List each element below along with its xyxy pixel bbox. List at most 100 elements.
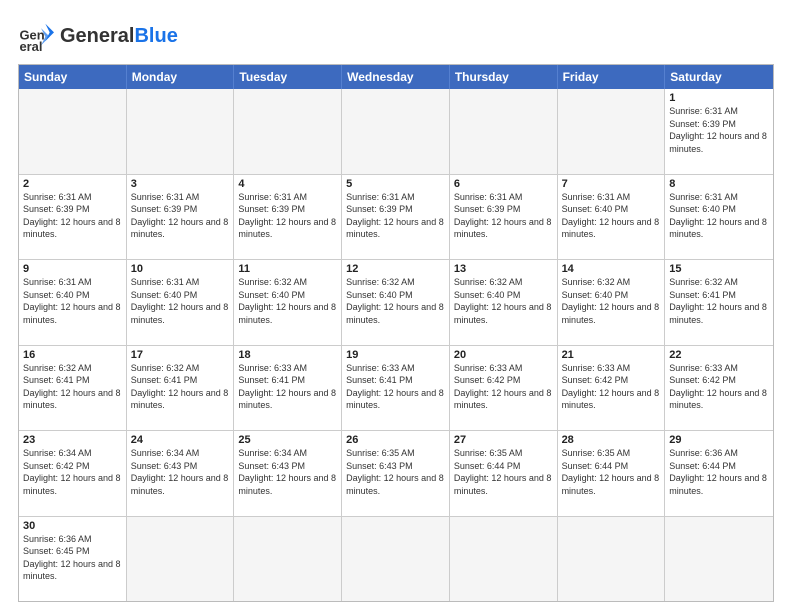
header-cell-wednesday: Wednesday xyxy=(342,65,450,89)
header-cell-saturday: Saturday xyxy=(665,65,773,89)
calendar-cell-3: 3Sunrise: 6:31 AMSunset: 6:39 PMDaylight… xyxy=(127,175,235,260)
calendar-cell-empty-0-0 xyxy=(19,89,127,174)
calendar-row-3: 16Sunrise: 6:32 AMSunset: 6:41 PMDayligh… xyxy=(19,345,773,431)
calendar-row-1: 2Sunrise: 6:31 AMSunset: 6:39 PMDaylight… xyxy=(19,174,773,260)
sun-info: Sunrise: 6:31 AMSunset: 6:40 PMDaylight:… xyxy=(562,191,661,241)
calendar-cell-18: 18Sunrise: 6:33 AMSunset: 6:41 PMDayligh… xyxy=(234,346,342,431)
calendar-row-2: 9Sunrise: 6:31 AMSunset: 6:40 PMDaylight… xyxy=(19,259,773,345)
day-number: 20 xyxy=(454,349,553,361)
sun-info: Sunrise: 6:31 AMSunset: 6:40 PMDaylight:… xyxy=(131,276,230,326)
day-number: 29 xyxy=(669,434,769,446)
sun-info: Sunrise: 6:35 AMSunset: 6:44 PMDaylight:… xyxy=(454,447,553,497)
header-cell-sunday: Sunday xyxy=(19,65,127,89)
sun-info: Sunrise: 6:33 AMSunset: 6:41 PMDaylight:… xyxy=(238,362,337,412)
day-number: 30 xyxy=(23,520,122,532)
calendar-cell-empty-5-1 xyxy=(127,517,235,602)
calendar-cell-empty-5-4 xyxy=(450,517,558,602)
sun-info: Sunrise: 6:33 AMSunset: 6:42 PMDaylight:… xyxy=(562,362,661,412)
sun-info: Sunrise: 6:32 AMSunset: 6:40 PMDaylight:… xyxy=(562,276,661,326)
day-number: 14 xyxy=(562,263,661,275)
sun-info: Sunrise: 6:33 AMSunset: 6:42 PMDaylight:… xyxy=(669,362,769,412)
day-number: 1 xyxy=(669,92,769,104)
day-number: 18 xyxy=(238,349,337,361)
sun-info: Sunrise: 6:32 AMSunset: 6:40 PMDaylight:… xyxy=(238,276,337,326)
day-number: 15 xyxy=(669,263,769,275)
calendar-row-0: 1Sunrise: 6:31 AMSunset: 6:39 PMDaylight… xyxy=(19,89,773,174)
logo-blue: Blue xyxy=(134,25,177,47)
day-number: 8 xyxy=(669,178,769,190)
sun-info: Sunrise: 6:35 AMSunset: 6:43 PMDaylight:… xyxy=(346,447,445,497)
calendar: SundayMondayTuesdayWednesdayThursdayFrid… xyxy=(18,64,774,602)
calendar-body: 1Sunrise: 6:31 AMSunset: 6:39 PMDaylight… xyxy=(19,89,773,601)
calendar-cell-1: 1Sunrise: 6:31 AMSunset: 6:39 PMDaylight… xyxy=(665,89,773,174)
calendar-cell-15: 15Sunrise: 6:32 AMSunset: 6:41 PMDayligh… xyxy=(665,260,773,345)
calendar-cell-empty-5-5 xyxy=(558,517,666,602)
header-cell-friday: Friday xyxy=(558,65,666,89)
sun-info: Sunrise: 6:34 AMSunset: 6:42 PMDaylight:… xyxy=(23,447,122,497)
day-number: 13 xyxy=(454,263,553,275)
logo-icon: Gen eral xyxy=(18,18,54,54)
sun-info: Sunrise: 6:32 AMSunset: 6:40 PMDaylight:… xyxy=(346,276,445,326)
calendar-cell-empty-0-1 xyxy=(127,89,235,174)
logo-general: General xyxy=(60,25,134,47)
day-number: 4 xyxy=(238,178,337,190)
sun-info: Sunrise: 6:31 AMSunset: 6:39 PMDaylight:… xyxy=(669,105,769,155)
day-number: 19 xyxy=(346,349,445,361)
sun-info: Sunrise: 6:32 AMSunset: 6:41 PMDaylight:… xyxy=(23,362,122,412)
day-number: 16 xyxy=(23,349,122,361)
calendar-cell-22: 22Sunrise: 6:33 AMSunset: 6:42 PMDayligh… xyxy=(665,346,773,431)
calendar-cell-23: 23Sunrise: 6:34 AMSunset: 6:42 PMDayligh… xyxy=(19,431,127,516)
calendar-cell-16: 16Sunrise: 6:32 AMSunset: 6:41 PMDayligh… xyxy=(19,346,127,431)
sun-info: Sunrise: 6:31 AMSunset: 6:40 PMDaylight:… xyxy=(669,191,769,241)
day-number: 10 xyxy=(131,263,230,275)
sun-info: Sunrise: 6:31 AMSunset: 6:40 PMDaylight:… xyxy=(23,276,122,326)
day-number: 17 xyxy=(131,349,230,361)
calendar-cell-13: 13Sunrise: 6:32 AMSunset: 6:40 PMDayligh… xyxy=(450,260,558,345)
calendar-cell-empty-0-4 xyxy=(450,89,558,174)
calendar-cell-14: 14Sunrise: 6:32 AMSunset: 6:40 PMDayligh… xyxy=(558,260,666,345)
calendar-cell-empty-5-6 xyxy=(665,517,773,602)
day-number: 3 xyxy=(131,178,230,190)
calendar-cell-21: 21Sunrise: 6:33 AMSunset: 6:42 PMDayligh… xyxy=(558,346,666,431)
day-number: 7 xyxy=(562,178,661,190)
calendar-cell-5: 5Sunrise: 6:31 AMSunset: 6:39 PMDaylight… xyxy=(342,175,450,260)
day-number: 25 xyxy=(238,434,337,446)
page-header: Gen eral GeneralBlue xyxy=(18,18,774,54)
calendar-cell-10: 10Sunrise: 6:31 AMSunset: 6:40 PMDayligh… xyxy=(127,260,235,345)
calendar-header-row: SundayMondayTuesdayWednesdayThursdayFrid… xyxy=(19,65,773,89)
calendar-cell-empty-5-2 xyxy=(234,517,342,602)
calendar-cell-7: 7Sunrise: 6:31 AMSunset: 6:40 PMDaylight… xyxy=(558,175,666,260)
day-number: 28 xyxy=(562,434,661,446)
day-number: 27 xyxy=(454,434,553,446)
day-number: 12 xyxy=(346,263,445,275)
calendar-cell-empty-0-2 xyxy=(234,89,342,174)
header-cell-monday: Monday xyxy=(127,65,235,89)
day-number: 23 xyxy=(23,434,122,446)
sun-info: Sunrise: 6:31 AMSunset: 6:39 PMDaylight:… xyxy=(346,191,445,241)
header-cell-thursday: Thursday xyxy=(450,65,558,89)
day-number: 9 xyxy=(23,263,122,275)
calendar-cell-empty-0-3 xyxy=(342,89,450,174)
calendar-cell-28: 28Sunrise: 6:35 AMSunset: 6:44 PMDayligh… xyxy=(558,431,666,516)
calendar-cell-8: 8Sunrise: 6:31 AMSunset: 6:40 PMDaylight… xyxy=(665,175,773,260)
calendar-cell-11: 11Sunrise: 6:32 AMSunset: 6:40 PMDayligh… xyxy=(234,260,342,345)
day-number: 24 xyxy=(131,434,230,446)
calendar-cell-25: 25Sunrise: 6:34 AMSunset: 6:43 PMDayligh… xyxy=(234,431,342,516)
calendar-cell-4: 4Sunrise: 6:31 AMSunset: 6:39 PMDaylight… xyxy=(234,175,342,260)
sun-info: Sunrise: 6:31 AMSunset: 6:39 PMDaylight:… xyxy=(238,191,337,241)
sun-info: Sunrise: 6:34 AMSunset: 6:43 PMDaylight:… xyxy=(238,447,337,497)
calendar-cell-empty-0-5 xyxy=(558,89,666,174)
svg-text:eral: eral xyxy=(19,39,42,54)
header-cell-tuesday: Tuesday xyxy=(234,65,342,89)
day-number: 11 xyxy=(238,263,337,275)
calendar-cell-9: 9Sunrise: 6:31 AMSunset: 6:40 PMDaylight… xyxy=(19,260,127,345)
sun-info: Sunrise: 6:35 AMSunset: 6:44 PMDaylight:… xyxy=(562,447,661,497)
sun-info: Sunrise: 6:33 AMSunset: 6:41 PMDaylight:… xyxy=(346,362,445,412)
day-number: 26 xyxy=(346,434,445,446)
calendar-cell-6: 6Sunrise: 6:31 AMSunset: 6:39 PMDaylight… xyxy=(450,175,558,260)
calendar-cell-26: 26Sunrise: 6:35 AMSunset: 6:43 PMDayligh… xyxy=(342,431,450,516)
calendar-cell-12: 12Sunrise: 6:32 AMSunset: 6:40 PMDayligh… xyxy=(342,260,450,345)
calendar-row-4: 23Sunrise: 6:34 AMSunset: 6:42 PMDayligh… xyxy=(19,430,773,516)
calendar-cell-30: 30Sunrise: 6:36 AMSunset: 6:45 PMDayligh… xyxy=(19,517,127,602)
sun-info: Sunrise: 6:32 AMSunset: 6:41 PMDaylight:… xyxy=(131,362,230,412)
